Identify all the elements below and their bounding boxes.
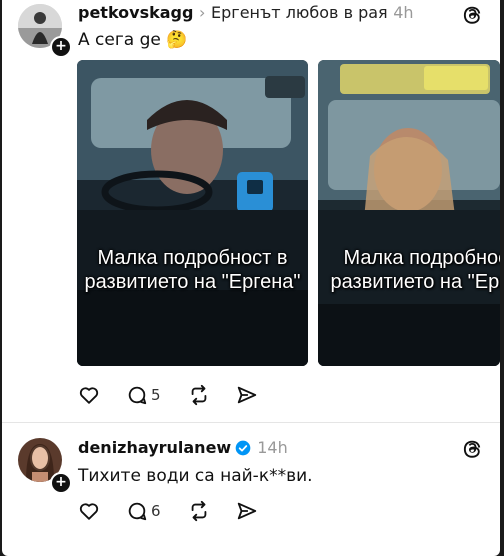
like-button[interactable] xyxy=(78,498,100,524)
reply-count: 5 xyxy=(151,386,161,404)
repost-button[interactable] xyxy=(188,382,210,408)
share-button[interactable] xyxy=(236,382,258,408)
repost-icon xyxy=(191,384,207,406)
username[interactable]: denizhayrulanew xyxy=(78,438,231,457)
heart-icon xyxy=(79,503,99,520)
comment-icon xyxy=(128,502,147,521)
post: + petkovskagg › Ергенът любов в рая 4h А… xyxy=(2,0,500,420)
like-button[interactable] xyxy=(78,382,100,408)
threads-logo-icon xyxy=(463,440,481,458)
follow-plus-icon[interactable]: + xyxy=(50,472,72,494)
post: + denizhayrulanew 14h Тихите води са най… xyxy=(2,430,500,556)
post-text: А сега ge 🤔 xyxy=(78,30,188,50)
post-divider xyxy=(2,422,500,423)
reply-count: 6 xyxy=(151,502,161,520)
verified-badge-icon xyxy=(235,440,251,455)
post-text: Тихите води са най-к**ви. xyxy=(78,466,313,486)
feed-card: + petkovskagg › Ергенът любов в рая 4h А… xyxy=(2,0,500,556)
username[interactable]: petkovskagg xyxy=(78,3,193,22)
post-header: petkovskagg › Ергенът любов в рая 4h xyxy=(78,3,414,22)
threads-logo-icon xyxy=(463,6,481,24)
caption-line-1: Малка подробност в xyxy=(97,247,288,269)
video-caption: Малка подробност в развитието на "Ергена… xyxy=(77,246,308,294)
comment-icon xyxy=(128,386,147,405)
send-icon xyxy=(237,386,257,404)
video-thumbnail[interactable]: Малка подробност в развитието на "Ергена… xyxy=(77,60,308,366)
post-time: 14h xyxy=(257,438,288,457)
video-frame-image xyxy=(77,60,308,366)
chevron-right-icon: › xyxy=(199,3,206,22)
video-thumbnail[interactable]: Малка подробност в развитието на "Ергена… xyxy=(318,60,500,366)
video-frame-image xyxy=(318,60,500,366)
caption-line-2: развитието на "Ергена" xyxy=(84,271,301,293)
heart-icon xyxy=(79,387,99,404)
send-icon xyxy=(237,502,257,520)
video-caption: Малка подробност в развитието на "Ергена… xyxy=(318,246,500,294)
caption-line-1: Малка подробност в xyxy=(343,247,500,269)
repost-button[interactable] xyxy=(188,498,210,524)
reply-button[interactable]: 5 xyxy=(126,382,161,408)
share-button[interactable] xyxy=(236,498,258,524)
post-header: denizhayrulanew 14h xyxy=(78,438,288,457)
post-time: 4h xyxy=(393,3,414,22)
reply-button[interactable]: 6 xyxy=(126,498,161,524)
topic-tag[interactable]: Ергенът любов в рая xyxy=(211,3,388,22)
post-actions: 5 xyxy=(78,382,278,408)
caption-line-2: развитието на "Ергена" xyxy=(330,271,500,293)
post-actions: 6 xyxy=(78,498,278,524)
follow-plus-icon[interactable]: + xyxy=(50,36,72,58)
repost-icon xyxy=(191,500,207,522)
